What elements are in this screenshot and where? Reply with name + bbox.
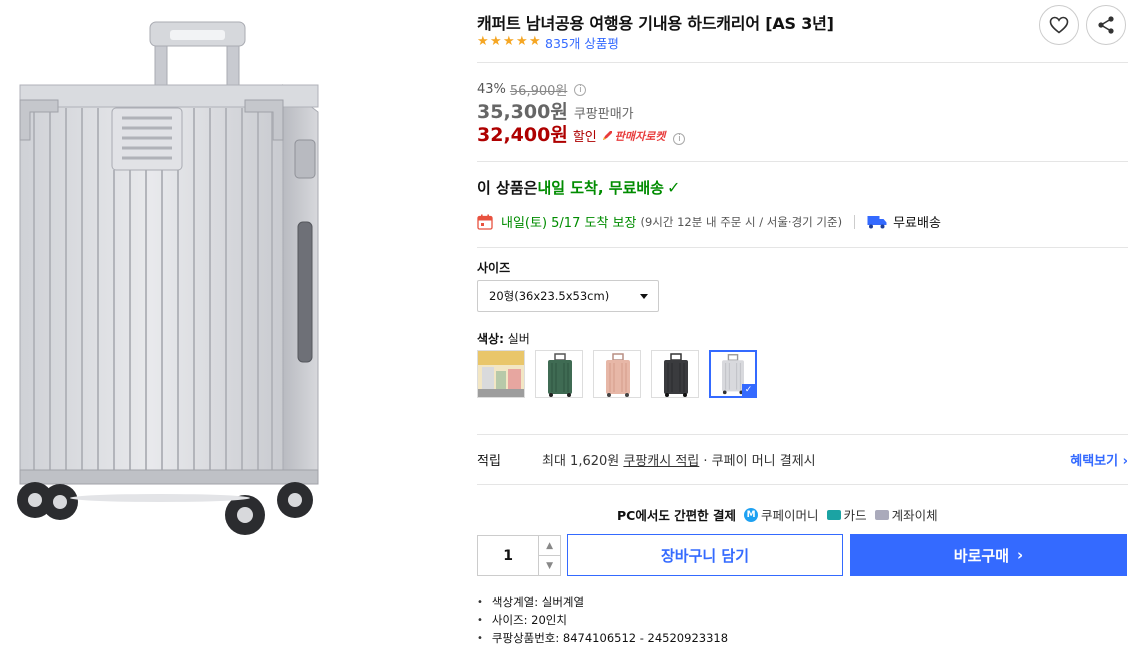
product-image [0,0,460,654]
color-selected-value: 실버 [507,332,530,346]
chevron-down-icon: ▼ [546,560,554,571]
delivery-date: 내일(토) 5/17 도착 보장 [501,216,637,231]
swatch-lifestyle[interactable] [477,350,525,398]
benefit-view-label: 혜택보기 [1070,454,1119,469]
chevron-up-icon: ▲ [546,540,554,551]
payment-method-label: 쿠페이머니 [761,508,819,523]
discount-rate: 43% [477,82,506,97]
payment-coupay-money: M 쿠페이머니 [744,505,819,524]
star-icon: ★ [490,34,502,49]
selected-check-icon: ✓ [742,384,755,396]
payment-method-label: 계좌이체 [891,508,938,523]
truck-icon [867,215,887,228]
rating-row: ★ ★ ★ ★ ★ 835개 상품평 [477,33,619,52]
color-swatches: ✓ [477,350,757,398]
delivery-headline-prefix: 이 상품은 [477,179,538,197]
payment-bank-transfer: 계좌이체 [874,505,938,524]
divider [854,214,856,229]
sale-price: 32,400원 [477,124,568,146]
sale-label: 할인 [572,130,597,145]
payment-card: 카드 [826,505,867,524]
payment-headline: PC에서도 간편한 결제 [617,508,737,523]
delivery-condition: (9시간 12분 내 주문 시 / 서울·경기 기준) [640,214,843,229]
swatch-black[interactable] [651,350,699,398]
divider [477,161,1128,162]
color-label-row: 색상: 실버 [477,332,530,346]
payment-methods-row: PC에서도 간편한 결제 M 쿠페이머니 카드 계좌이체 [617,505,938,524]
reward-row: 적립 최대 1,620원 쿠팡캐시 적립 · 쿠페이 머니 결제시 혜택보기 › [477,450,1128,469]
chevron-right-icon: › [1017,546,1024,564]
wishlist-button[interactable] [1039,5,1079,45]
swatch-thumbnail [548,353,572,397]
divider [477,434,1128,435]
buy-now-button[interactable]: 바로구매 › [850,534,1127,576]
payment-method-label: 카드 [843,508,867,523]
calendar-icon [477,214,493,230]
seller-rocket-badge: 판매자로켓 [602,128,666,144]
divider [477,484,1128,485]
list-item: 쿠팡상품번호: 8474106512 - 24520923318 [477,629,728,647]
divider [477,247,1128,248]
card-icon [826,509,841,520]
benefit-view-link[interactable]: 혜택보기 › [1070,450,1128,469]
swatch-silver[interactable]: ✓ [709,350,757,398]
delivery-headline-highlight: 내일 도착, 무료배송 [537,179,664,197]
add-to-cart-button[interactable]: 장바구니 담기 [567,534,843,576]
swatch-thumbnail [664,353,688,397]
chevron-right-icon: › [1122,454,1128,469]
reward-text: 최대 1,620원 쿠팡캐시 적립 · 쿠페이 머니 결제시 [542,450,816,469]
buy-now-label: 바로구매 [953,546,1009,565]
quantity-increase-button[interactable]: ▲ [539,536,560,556]
list-item: 색상계열: 실버계열 [477,593,728,611]
free-shipping-label: 무료배송 [893,216,941,231]
reward-text-suffix: · 쿠페이 머니 결제시 [699,454,816,469]
star-icon: ★ [516,34,528,49]
star-icon: ★ [529,34,541,49]
swatch-rose-pink[interactable] [593,350,641,398]
color-label: 색상 [477,332,500,346]
seller-rocket-label: 판매자로켓 [614,129,666,143]
share-icon [1098,16,1114,34]
review-count-link[interactable]: 835개 상품평 [545,33,619,52]
quantity-decrease-button[interactable]: ▼ [539,556,560,575]
swatch-green[interactable] [535,350,583,398]
dropdown-arrow-icon [640,294,648,299]
star-rating: ★ ★ ★ ★ ★ [477,34,541,49]
reward-label: 적립 [477,454,501,469]
share-button[interactable] [1086,5,1126,45]
bank-icon [874,509,889,520]
info-icon[interactable]: i [574,83,587,96]
quantity-input[interactable]: 1 [478,536,540,575]
heart-icon [1049,16,1069,34]
reward-text-prefix: 최대 1,620원 [542,454,624,469]
swatch-thumbnail [478,351,524,397]
rocket-icon [602,131,612,140]
size-selected-value: 20형(36x23.5x53cm) [489,289,610,303]
delivery-headline: 이 상품은 내일 도착, 무료배송 ✓ [477,177,680,198]
size-label: 사이즈 [477,261,511,275]
list-item: 사이즈: 20인치 [477,611,728,629]
star-icon: ★ [477,34,489,49]
swatch-thumbnail [606,353,630,397]
size-select[interactable]: 20형(36x23.5x53cm) [477,280,659,312]
quantity-stepper: 1 ▲ ▼ [477,535,561,576]
star-icon: ★ [503,34,515,49]
divider [477,62,1128,63]
coupang-cash-link[interactable]: 쿠팡캐시 적립 [623,454,699,469]
check-icon: ✓ [666,178,681,197]
coupay-money-icon: M [744,507,759,522]
product-title: 캐퍼트 남녀공용 여행용 기내용 하드캐리어 [AS 3년] [477,14,834,33]
info-icon[interactable]: i [673,133,686,145]
delivery-info-row: 내일(토) 5/17 도착 보장 (9시간 12분 내 주문 시 / 서울·경기… [477,212,941,231]
sale-price-row: 32,400원 할인 판매자로켓 i [477,120,686,147]
product-details-list: 색상계열: 실버계열 사이즈: 20인치 쿠팡상품번호: 8474106512 … [477,593,728,647]
